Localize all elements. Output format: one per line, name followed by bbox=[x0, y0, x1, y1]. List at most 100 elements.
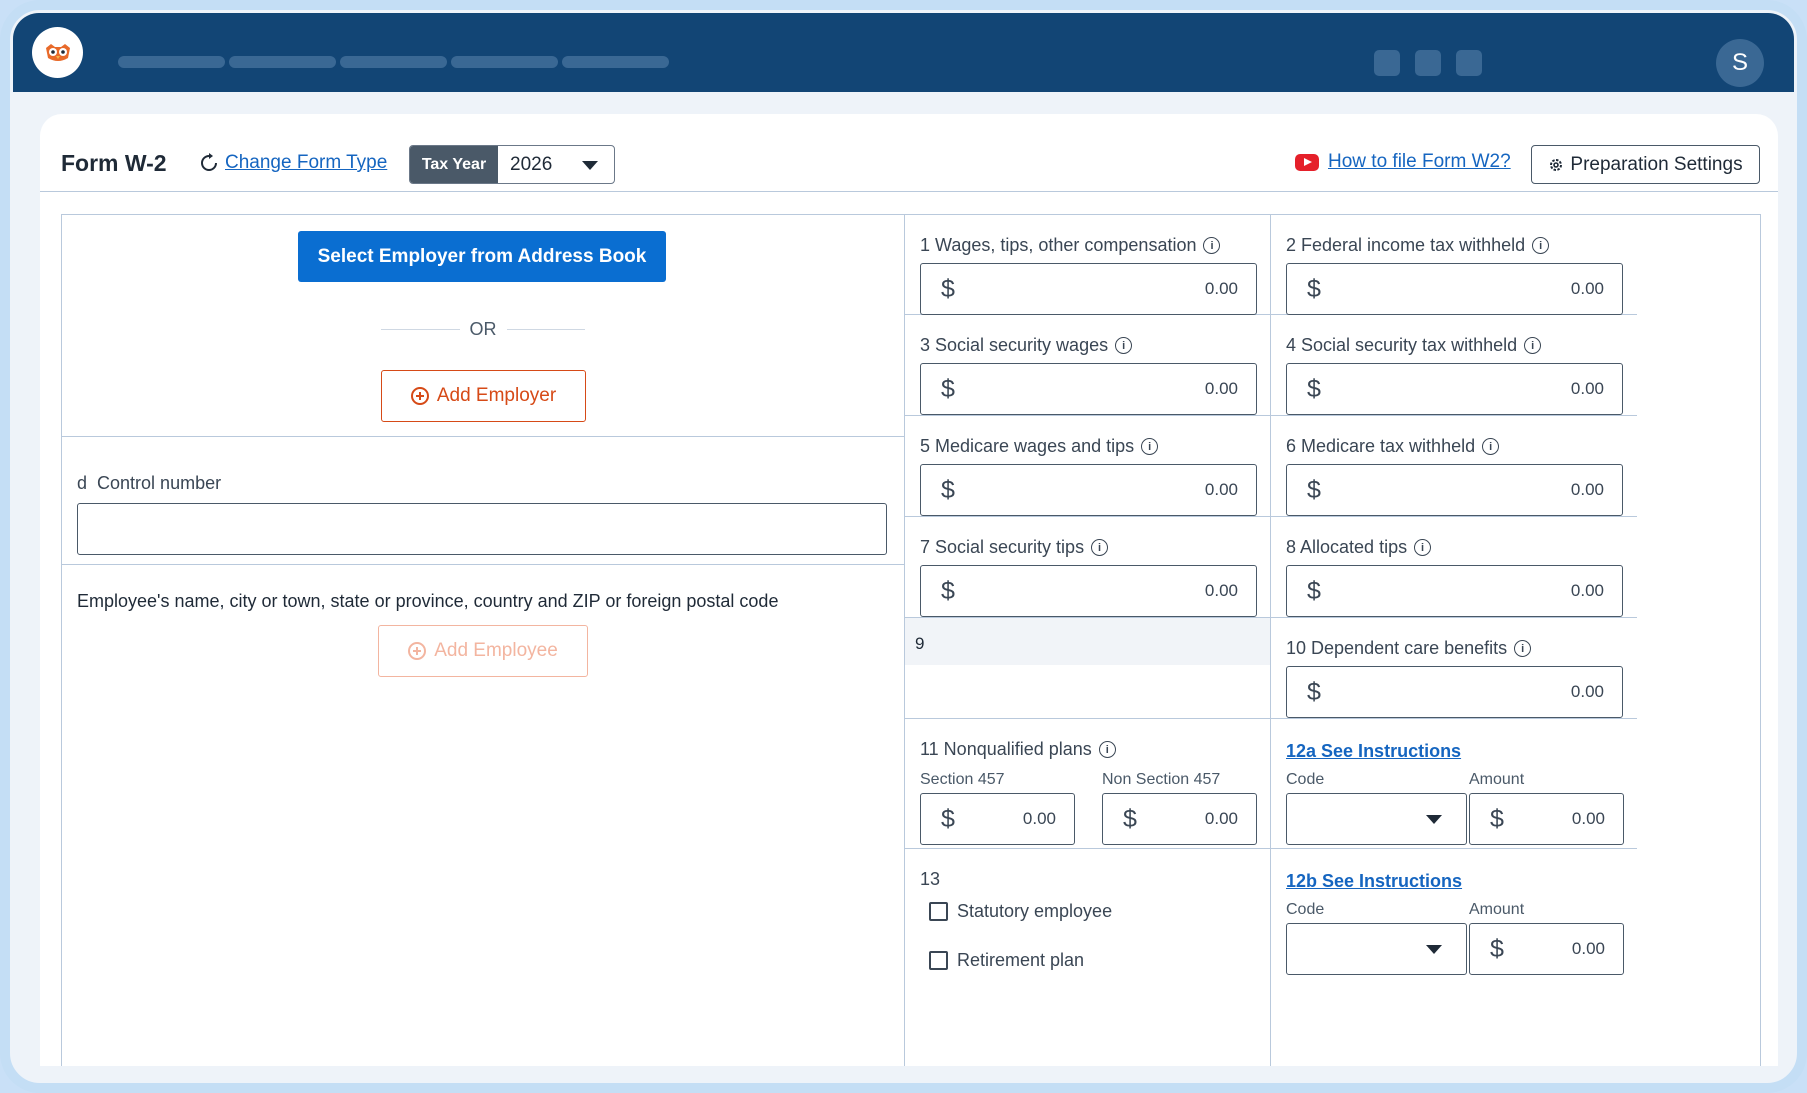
toolbar-icon-1[interactable] bbox=[1374, 50, 1400, 76]
box-12b-instructions-link[interactable]: 12b See Instructions bbox=[1286, 871, 1462, 892]
employee-label: Employee's name, city or town, state or … bbox=[77, 591, 779, 611]
info-icon[interactable]: i bbox=[1115, 337, 1133, 354]
box-1-value: 0.00 bbox=[1204, 279, 1238, 298]
box-12a-instructions-link[interactable]: 12a See Instructions bbox=[1286, 741, 1461, 762]
info-icon[interactable]: i bbox=[1098, 741, 1116, 758]
control-number-input[interactable] bbox=[77, 503, 887, 555]
box-5-label-text: 5 Medicare wages and tips bbox=[920, 436, 1135, 456]
box-8-value: 0.00 bbox=[1570, 581, 1604, 600]
box-7-value: 0.00 bbox=[1204, 581, 1238, 600]
box-12a-amount-input[interactable]: $0.00 bbox=[1469, 793, 1624, 845]
info-icon[interactable]: i bbox=[1091, 539, 1109, 556]
nav-item-5[interactable] bbox=[562, 56, 669, 68]
how-to-file-label[interactable]: How to file Form W2? bbox=[1328, 151, 1511, 173]
nav-item-3[interactable] bbox=[340, 56, 447, 68]
box-3-input[interactable]: $0.00 bbox=[920, 363, 1257, 415]
nav-item-2[interactable] bbox=[229, 56, 336, 68]
toolbar-icon-2[interactable] bbox=[1415, 50, 1441, 76]
box-2-input[interactable]: $0.00 bbox=[1286, 263, 1623, 315]
control-number-section: d Control number bbox=[62, 437, 904, 565]
info-icon[interactable]: i bbox=[1203, 237, 1221, 254]
retirement-plan-checkbox[interactable] bbox=[929, 951, 948, 970]
box-10: 10 Dependent care benefits i $0.00 bbox=[1271, 618, 1637, 719]
box-6: 6 Medicare tax withheld i $0.00 bbox=[1271, 416, 1637, 517]
top-navbar: S bbox=[13, 13, 1794, 92]
box-4-input[interactable]: $0.00 bbox=[1286, 363, 1623, 415]
preparation-settings-button[interactable]: Preparation Settings bbox=[1531, 145, 1760, 184]
nav-item-4[interactable] bbox=[451, 56, 558, 68]
dollar-sign: $ bbox=[1490, 934, 1504, 963]
dollar-sign: $ bbox=[1307, 576, 1321, 605]
statutory-employee-checkbox[interactable] bbox=[929, 902, 948, 921]
box-4-label: 4 Social security tax withheld i bbox=[1286, 335, 1542, 356]
box-1-label-text: 1 Wages, tips, other compensation bbox=[920, 235, 1197, 255]
box-1-label: 1 Wages, tips, other compensation i bbox=[920, 235, 1221, 256]
box-7: 7 Social security tips i $0.00 bbox=[905, 517, 1271, 618]
info-icon[interactable]: i bbox=[1414, 539, 1432, 556]
non-section-457-label: Non Section 457 bbox=[1102, 771, 1221, 788]
dollar-sign: $ bbox=[941, 576, 955, 605]
box-8-label-text: 8 Allocated tips bbox=[1286, 537, 1408, 557]
box-10-value: 0.00 bbox=[1570, 682, 1604, 701]
nav-item-1[interactable] bbox=[118, 56, 225, 68]
box-10-input[interactable]: $0.00 bbox=[1286, 666, 1623, 718]
dollar-sign: $ bbox=[1307, 475, 1321, 504]
box-5-input[interactable]: $0.00 bbox=[920, 464, 1257, 516]
w2-form: Select Employer from Address Book OR Add… bbox=[61, 214, 1761, 1066]
form-card: Form W-2 Change Form Type Tax Year 2026 … bbox=[40, 114, 1778, 1066]
info-icon[interactable]: i bbox=[1141, 438, 1159, 455]
box-6-input[interactable]: $0.00 bbox=[1286, 464, 1623, 516]
box-8-input[interactable]: $0.00 bbox=[1286, 565, 1623, 617]
box-2: 2 Federal income tax withheld i $0.00 bbox=[1271, 215, 1637, 315]
dollar-sign: $ bbox=[1307, 274, 1321, 303]
box-6-label: 6 Medicare tax withheld i bbox=[1286, 436, 1500, 457]
box-12b-amount-input[interactable]: $0.00 bbox=[1469, 923, 1624, 975]
employer-section: Select Employer from Address Book OR Add… bbox=[62, 215, 904, 437]
dollar-sign: $ bbox=[941, 274, 955, 303]
section-457-input[interactable]: $0.00 bbox=[920, 793, 1075, 845]
info-icon[interactable]: i bbox=[1514, 640, 1532, 657]
control-number-label: d Control number bbox=[77, 473, 221, 494]
box-12a-code-select[interactable] bbox=[1286, 793, 1467, 845]
box-5: 5 Medicare wages and tips i $0.00 bbox=[905, 416, 1271, 517]
how-to-file-link[interactable]: How to file Form W2? bbox=[1295, 151, 1511, 173]
box-11: 11 Nonqualified plans i Section 457 Non S… bbox=[905, 719, 1271, 849]
toolbar-icon-3[interactable] bbox=[1456, 50, 1482, 76]
preparation-settings-label: Preparation Settings bbox=[1570, 153, 1743, 175]
plus-circle-icon bbox=[410, 387, 429, 405]
info-icon[interactable]: i bbox=[1532, 237, 1550, 254]
youtube-icon bbox=[1295, 153, 1319, 171]
add-employer-button[interactable]: Add Employer bbox=[381, 370, 586, 422]
non-section-457-input[interactable]: $0.00 bbox=[1102, 793, 1257, 845]
box-4-value: 0.00 bbox=[1570, 379, 1604, 398]
select-employer-button[interactable]: Select Employer from Address Book bbox=[298, 231, 666, 282]
page-title: Form W-2 bbox=[61, 150, 167, 176]
box-11-label-text: 11 Nonqualified plans bbox=[920, 739, 1092, 759]
box-9: 9 bbox=[905, 618, 1271, 719]
box-2-value: 0.00 bbox=[1570, 279, 1604, 298]
add-employee-button[interactable]: Add Employee bbox=[378, 625, 588, 677]
info-icon[interactable]: i bbox=[1524, 337, 1542, 354]
box-3-label: 3 Social security wages i bbox=[920, 335, 1133, 356]
dollar-sign: $ bbox=[941, 374, 955, 403]
retirement-plan-row[interactable]: Retirement plan bbox=[929, 950, 1084, 971]
refresh-icon bbox=[201, 153, 217, 171]
user-avatar[interactable]: S bbox=[1716, 39, 1764, 87]
info-icon[interactable]: i bbox=[1482, 438, 1500, 455]
box-7-input[interactable]: $0.00 bbox=[920, 565, 1257, 617]
box-1-input[interactable]: $0.00 bbox=[920, 263, 1257, 315]
change-form-type-link[interactable]: Change Form Type bbox=[200, 152, 387, 174]
app-frame: S Form W-2 Change Form Type Tax Year 202… bbox=[0, 0, 1807, 1093]
gear-icon bbox=[1550, 158, 1563, 171]
retirement-plan-label: Retirement plan bbox=[957, 950, 1085, 970]
change-form-type-label[interactable]: Change Form Type bbox=[225, 152, 387, 174]
tax-year-select[interactable]: Tax Year 2026 bbox=[409, 145, 615, 184]
box-12a-code-label: Code bbox=[1286, 771, 1325, 788]
owl-logo-icon[interactable] bbox=[32, 27, 83, 78]
left-column: Select Employer from Address Book OR Add… bbox=[62, 215, 905, 1066]
statutory-employee-row[interactable]: Statutory employee bbox=[929, 901, 1112, 922]
tax-year-dropdown[interactable]: 2026 bbox=[498, 146, 614, 183]
box-1: 1 Wages, tips, other compensation i $0.00 bbox=[905, 215, 1271, 315]
dollar-sign: $ bbox=[1490, 804, 1504, 833]
box-12b-code-select[interactable] bbox=[1286, 923, 1467, 975]
